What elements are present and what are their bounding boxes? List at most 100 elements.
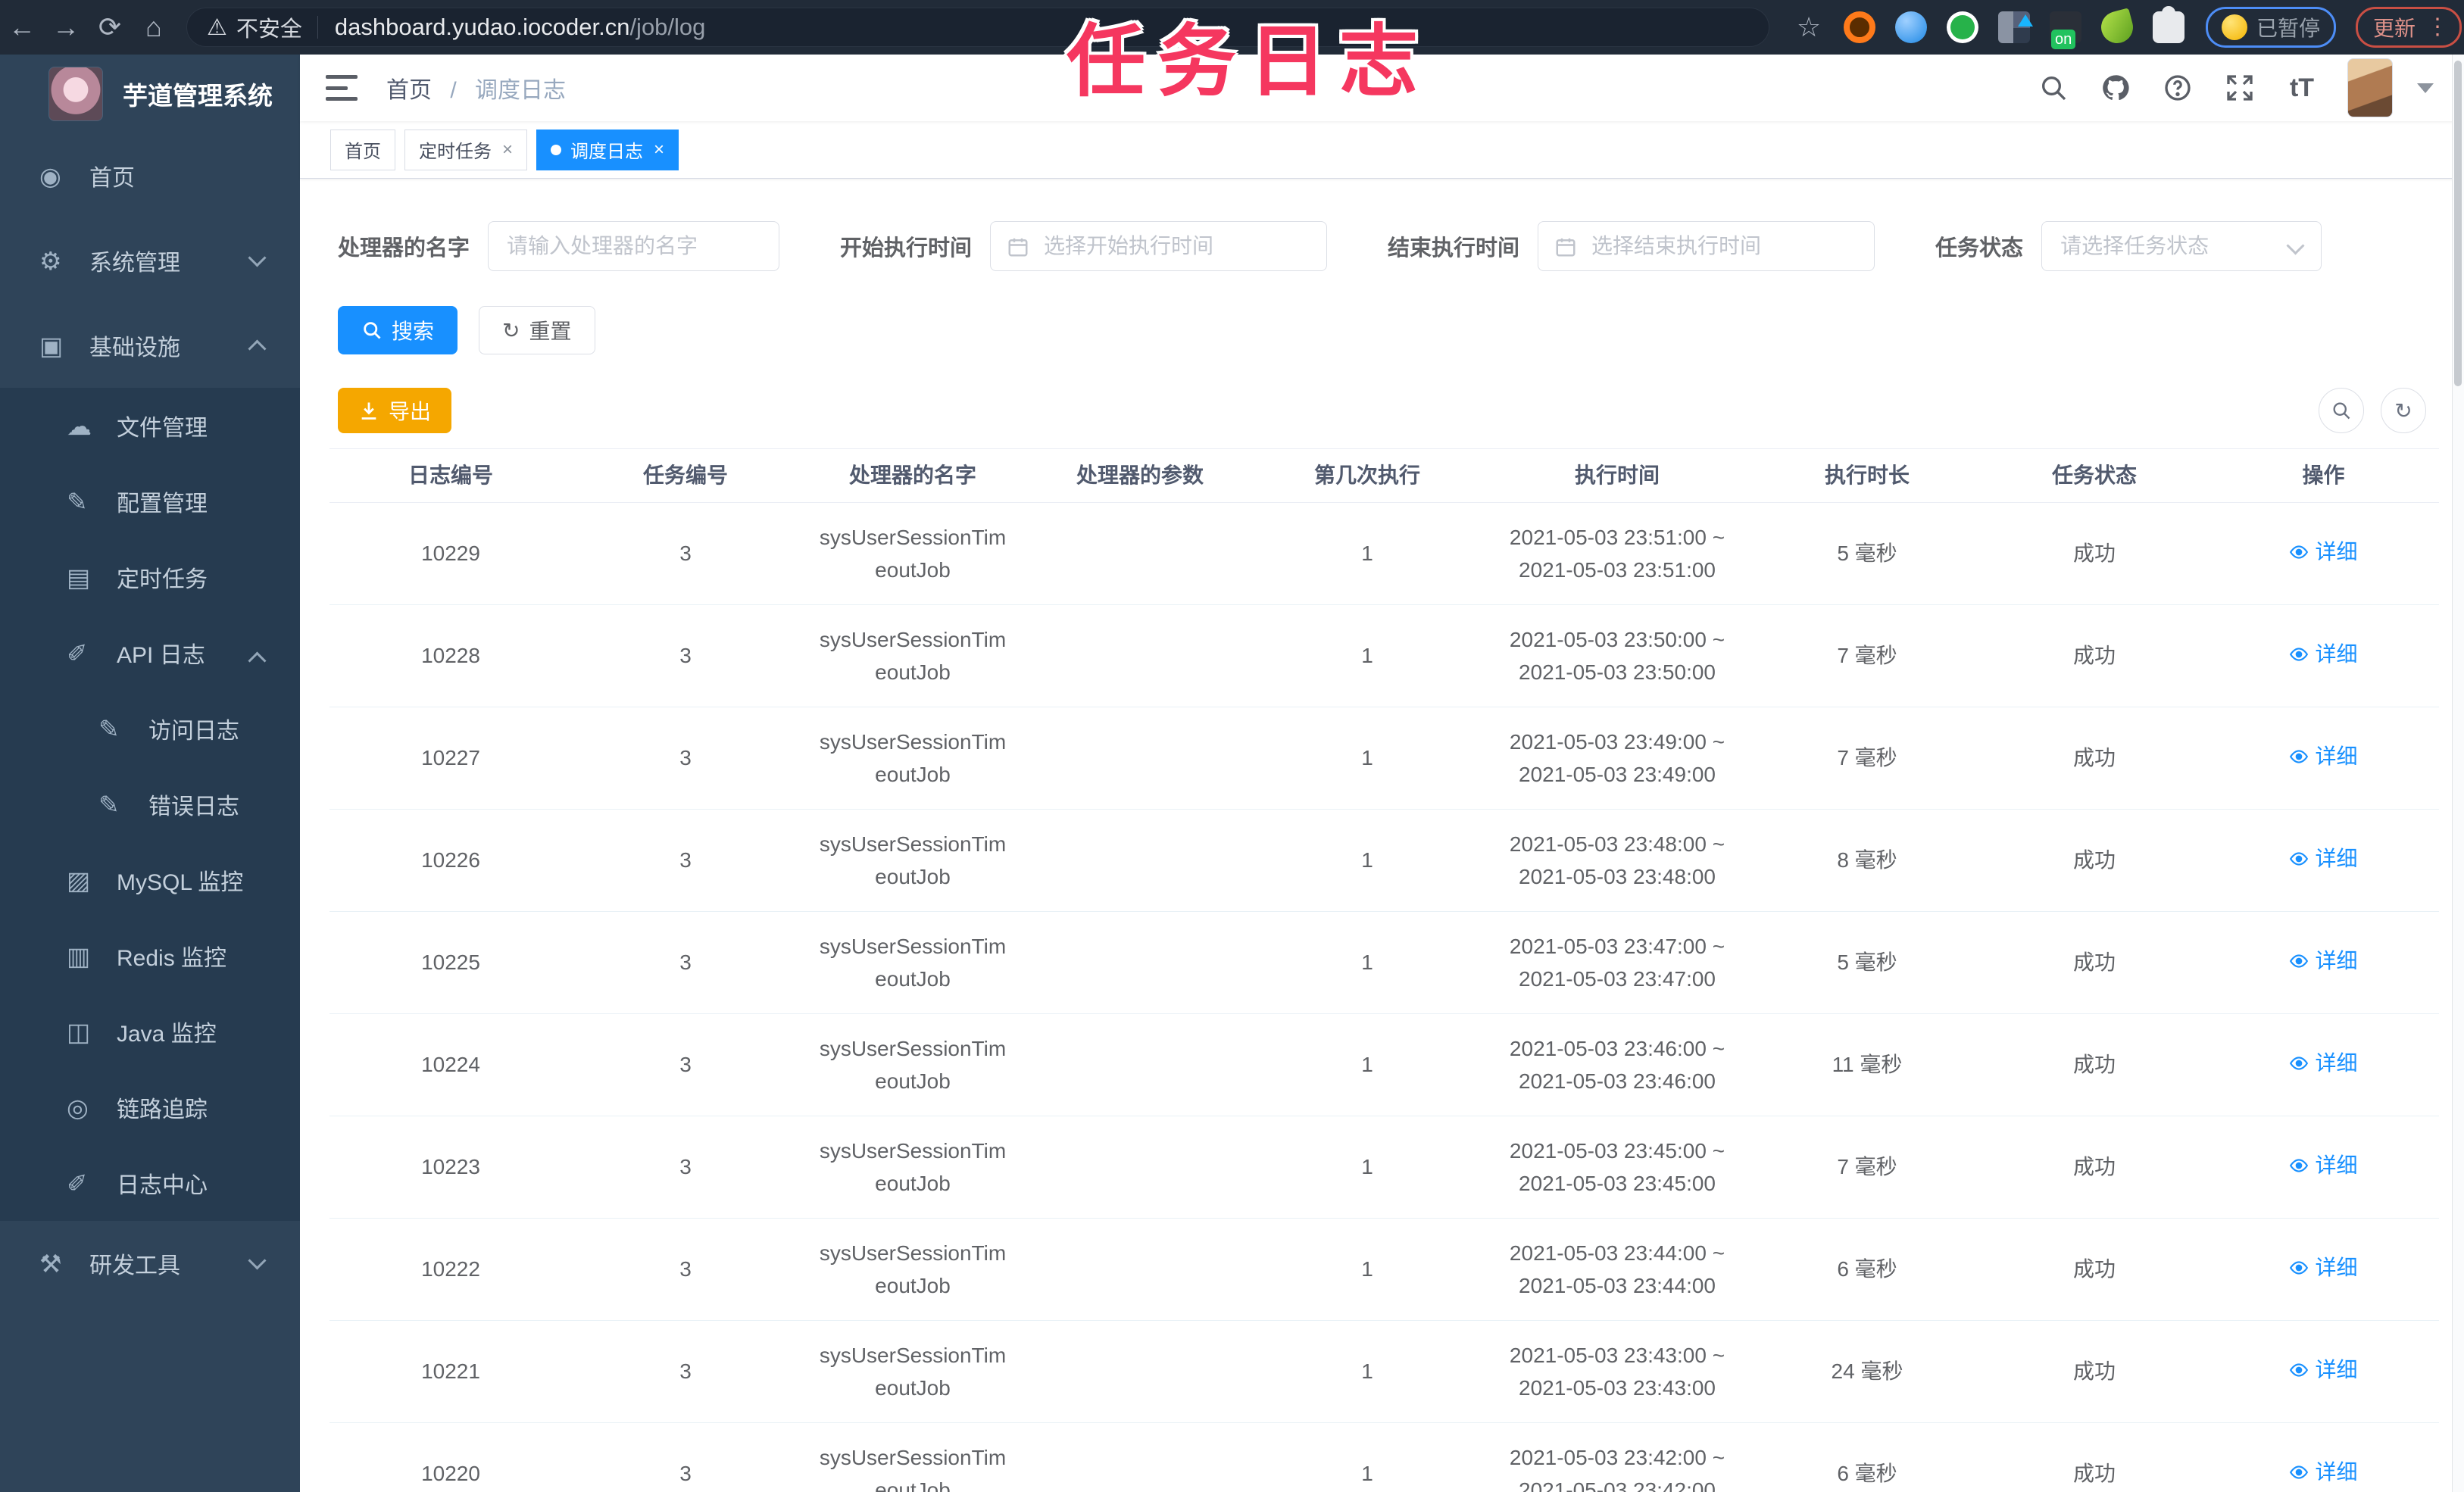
detail-link[interactable]: 详细 <box>2289 740 2358 773</box>
browser-extension-icon-1[interactable] <box>1844 11 1875 43</box>
tab-job-log[interactable]: 调度日志 × <box>536 129 679 170</box>
reload-icon[interactable]: ⟳ <box>88 11 132 43</box>
detail-link[interactable]: 详细 <box>2289 1251 2358 1284</box>
emoji-face-icon <box>2222 14 2247 40</box>
sidebar-item-java-monitor[interactable]: ◫ Java 监控 <box>0 994 300 1069</box>
browser-extension-icon-6[interactable] <box>2097 8 2137 47</box>
app-title: 芋道管理系统 <box>123 82 273 110</box>
home-icon[interactable]: ⌂ <box>132 11 176 43</box>
monitor-icon: ▣ <box>39 331 64 360</box>
sidebar-item-system[interactable]: ⚙ 系统管理 <box>0 218 300 303</box>
search-icon[interactable] <box>2037 71 2070 105</box>
start-time-input[interactable] <box>990 221 1328 271</box>
caret-down-icon[interactable] <box>2417 83 2434 93</box>
export-button[interactable]: 导出 <box>338 388 452 433</box>
log-icon: ✎ <box>98 714 120 743</box>
sidebar-item-redis-monitor[interactable]: ▥ Redis 监控 <box>0 918 300 994</box>
url-host: dashboard.yudao.iocoder.cn <box>334 14 630 40</box>
app-logo-row[interactable]: 芋道管理系统 <box>0 55 300 133</box>
puzzle-extension-icon[interactable] <box>2153 6 2184 43</box>
browser-extension-icon-2[interactable] <box>1895 11 1927 43</box>
handler-name-label: 处理器的名字 <box>338 236 470 261</box>
sidebar-item-infrastructure[interactable]: ▣ 基础设施 <box>0 303 300 388</box>
app-logo <box>48 67 103 121</box>
screen: ← → ⟳ ⌂ ⚠ 不安全 dashboard.yudao.iocoder.cn… <box>0 0 2464 1492</box>
warning-icon: ⚠ <box>207 14 227 40</box>
tab-cron-job[interactable]: 定时任务 × <box>404 129 528 170</box>
detail-link[interactable]: 详细 <box>2289 842 2358 875</box>
browser-extension-icon-4[interactable] <box>1998 11 2033 43</box>
scrollbar[interactable] <box>2452 55 2464 1492</box>
refresh-icon: ↻ <box>2394 398 2412 423</box>
sidebar-item-config[interactable]: ✎ 配置管理 <box>0 464 300 539</box>
close-icon[interactable]: × <box>502 139 513 161</box>
github-icon[interactable] <box>2099 71 2132 105</box>
start-time-label: 开始执行时间 <box>840 236 973 261</box>
search-button[interactable]: 搜索 <box>338 306 458 354</box>
table-body: 10229 3 sysUserSessionTim eoutJob 1 2021-… <box>329 503 2439 1492</box>
eye-icon: ◎ <box>67 1093 89 1122</box>
detail-link[interactable]: 详细 <box>2289 1353 2358 1386</box>
breadcrumb-home[interactable]: 首页 <box>386 78 432 103</box>
forward-icon[interactable]: → <box>44 11 88 43</box>
header-actions: tT <box>2037 58 2464 117</box>
browser-menu-icon[interactable]: ⋮ <box>2426 16 2449 39</box>
sidebar-item-access-log[interactable]: ✎ 访问日志 <box>0 691 300 766</box>
cloud-upload-icon: ☁ <box>67 411 92 440</box>
font-size-icon[interactable]: tT <box>2285 71 2319 105</box>
avatar[interactable] <box>2347 58 2393 117</box>
close-icon[interactable]: × <box>654 139 664 161</box>
detail-link[interactable]: 详细 <box>2289 1149 2358 1181</box>
browser-extension-icon-3[interactable] <box>1947 11 1978 43</box>
chevron-up-icon <box>248 651 267 670</box>
table-row: 10220 3 sysUserSessionTim eoutJob 1 2021-… <box>329 1423 2439 1492</box>
chevron-up-icon <box>248 339 267 358</box>
refresh-button[interactable]: ↻ <box>2381 388 2426 433</box>
detail-link[interactable]: 详细 <box>2289 944 2358 977</box>
address-bar[interactable]: ⚠ 不安全 dashboard.yudao.iocoder.cn /job/lo… <box>186 8 1769 47</box>
security-label[interactable]: 不安全 <box>236 11 302 43</box>
dashboard-icon: ◉ <box>39 161 61 190</box>
table-toolbar-right: ↻ <box>2319 388 2426 433</box>
sidebar-item-mysql-monitor[interactable]: ▨ MySQL 监控 <box>0 842 300 918</box>
job-log-table: 日志编号 任务编号 处理器的名字 处理器的参数 第几次执行 执行时间 执行时长 … <box>329 448 2439 1492</box>
update-button[interactable]: 更新 ⋮ <box>2356 7 2462 48</box>
paused-badge[interactable]: 已暂停 <box>2206 7 2337 48</box>
browser-extension-icon-5[interactable] <box>2050 11 2081 49</box>
detail-link[interactable]: 详细 <box>2289 638 2358 670</box>
table-row: 10228 3 sysUserSessionTim eoutJob 1 2021-… <box>329 605 2439 707</box>
main-content: 处理器的名字 开始执行时间 结束执行时间 任务状态 <box>300 179 2464 1492</box>
handler-name-field-wrap <box>488 221 780 271</box>
back-icon[interactable]: ← <box>0 11 44 43</box>
reset-button[interactable]: ↻ 重置 <box>479 306 595 354</box>
form-actions: 搜索 ↻ 重置 <box>338 306 2464 354</box>
end-time-input[interactable] <box>1538 221 1875 271</box>
sidebar-item-api-log[interactable]: ✐ API 日志 <box>0 615 300 691</box>
help-icon[interactable] <box>2161 71 2194 105</box>
detail-link[interactable]: 详细 <box>2289 1456 2358 1488</box>
job-status-select[interactable] <box>2041 221 2322 271</box>
scrollbar-thumb[interactable] <box>2454 61 2462 386</box>
start-time-field-wrap <box>990 221 1328 271</box>
table-row: 10226 3 sysUserSessionTim eoutJob 1 2021-… <box>329 810 2439 912</box>
bookmark-star-icon[interactable]: ☆ <box>1788 11 1830 43</box>
calendar-icon <box>1007 236 1029 262</box>
status-text: 成功 <box>2072 746 2116 770</box>
detail-link[interactable]: 详细 <box>2289 1047 2358 1079</box>
sidebar-item-cron-job[interactable]: ▤ 定时任务 <box>0 539 300 615</box>
tab-home[interactable]: 首页 <box>330 129 395 170</box>
sidebar-item-error-log[interactable]: ✎ 错误日志 <box>0 766 300 842</box>
sidebar-item-dev-tools[interactable]: ⚒ 研发工具 <box>0 1221 300 1306</box>
detail-link[interactable]: 详细 <box>2289 535 2358 568</box>
status-text: 成功 <box>2072 644 2116 668</box>
sidebar-item-files[interactable]: ☁ 文件管理 <box>0 388 300 464</box>
fullscreen-icon[interactable] <box>2223 71 2256 105</box>
table-row: 10223 3 sysUserSessionTim eoutJob 1 2021-… <box>329 1116 2439 1219</box>
handler-name-input[interactable] <box>488 221 780 271</box>
sidebar-item-log-center[interactable]: ✐ 日志中心 <box>0 1145 300 1221</box>
sidebar-item-home[interactable]: ◉ 首页 <box>0 133 300 218</box>
status-text: 成功 <box>2072 1359 2116 1384</box>
hide-search-button[interactable] <box>2319 388 2364 433</box>
hamburger-icon[interactable] <box>326 75 358 101</box>
sidebar-item-tracing[interactable]: ◎ 链路追踪 <box>0 1069 300 1145</box>
